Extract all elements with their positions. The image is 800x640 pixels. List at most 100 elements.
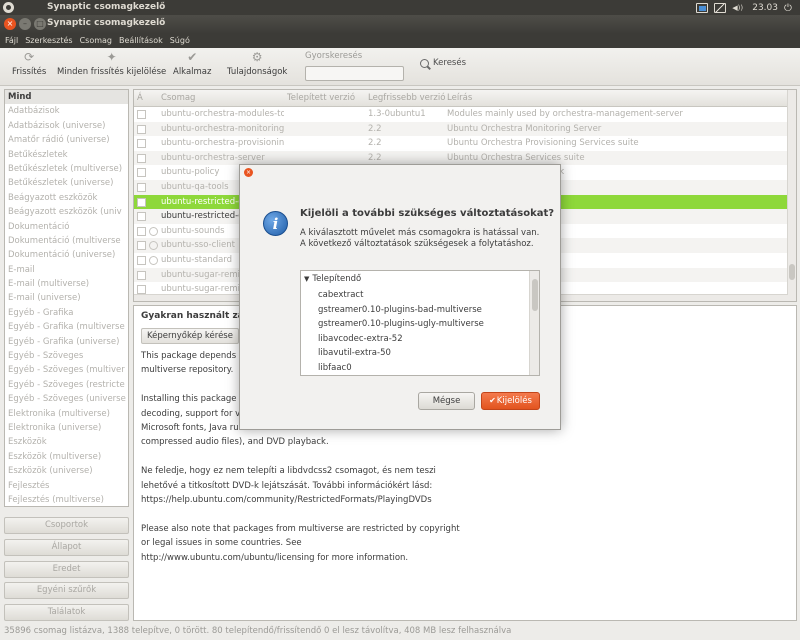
status-bar: 35896 csomag listázva, 1388 telepítve, 0… bbox=[4, 626, 512, 636]
sidebar-category-item[interactable]: Eszközök bbox=[5, 435, 128, 449]
menu-file[interactable]: Fájl bbox=[5, 34, 18, 48]
sidebar-category-item[interactable]: Dokumentáció (multiverse bbox=[5, 234, 128, 248]
menu-help[interactable]: Súgó bbox=[170, 34, 190, 48]
sidebar-category-item[interactable]: Elektronika (universe) bbox=[5, 421, 128, 435]
tree-group-to-install[interactable]: ▼ Telepítendő bbox=[304, 274, 361, 284]
sidebar-category-item[interactable]: Betűkészletek (multiverse) bbox=[5, 162, 128, 176]
sidebar-category-item[interactable]: E-mail (universe) bbox=[5, 291, 128, 305]
package-checkbox[interactable] bbox=[137, 153, 146, 163]
network-icon[interactable] bbox=[696, 2, 709, 13]
sidebar-category-item[interactable]: Beágyazott eszközök (univ bbox=[5, 205, 128, 219]
sidebar-category-item[interactable]: Egyéb - Grafika (universe) bbox=[5, 335, 128, 349]
package-checkbox[interactable] bbox=[137, 168, 146, 178]
package-checkbox[interactable] bbox=[137, 197, 146, 207]
sidebar-category-item[interactable]: Egyéb - Szöveges (multiver bbox=[5, 363, 128, 377]
volume-icon[interactable] bbox=[732, 3, 746, 13]
dialog-heading: Kijelöli a további szükséges változtatás… bbox=[300, 208, 555, 219]
close-window-icon[interactable]: × bbox=[4, 18, 16, 30]
sidebar-category-item[interactable]: Egyéb - Szöveges (universe bbox=[5, 392, 128, 406]
search-results-button[interactable]: Találatok bbox=[4, 604, 129, 622]
sidebar-category-item[interactable]: Elektronika (multiverse) bbox=[5, 407, 128, 421]
package-checkbox[interactable] bbox=[137, 285, 146, 295]
tree-package-item[interactable]: gstreamer0.10-plugins-bad-multiverse bbox=[318, 303, 484, 318]
category-list[interactable]: Mind Adatbázisok Adatbázisok (universe) Ama… bbox=[4, 89, 129, 507]
tree-package-item[interactable]: libavutil-extra-50 bbox=[318, 346, 484, 361]
package-checkbox[interactable] bbox=[137, 241, 146, 251]
ubuntu-logo-icon[interactable] bbox=[3, 2, 14, 13]
minimize-window-icon[interactable]: – bbox=[19, 18, 31, 30]
package-checkbox[interactable] bbox=[137, 255, 146, 265]
package-list-scrollbar[interactable] bbox=[787, 90, 796, 301]
sidebar-category-item[interactable]: Egyéb - Szöveges (restricte bbox=[5, 378, 128, 392]
menu-package[interactable]: Csomag bbox=[80, 34, 112, 48]
changes-tree-scrollbar[interactable] bbox=[529, 271, 539, 375]
package-checkbox[interactable] bbox=[137, 110, 146, 119]
mark-all-upgrades-button[interactable]: ✦ Minden frissítés kijelölése bbox=[57, 50, 166, 77]
package-checkbox[interactable] bbox=[137, 124, 146, 134]
menu-edit[interactable]: Szerkesztés bbox=[25, 34, 72, 48]
package-checkbox[interactable] bbox=[137, 212, 146, 222]
sidebar-category-item[interactable]: Adatbázisok (universe) bbox=[5, 119, 128, 133]
tree-package-item[interactable]: cabextract bbox=[318, 288, 484, 303]
sidebar-category-item[interactable]: E-mail bbox=[5, 263, 128, 277]
mark-button[interactable]: ✔Kijelölés bbox=[481, 392, 540, 410]
tree-scrollbar-thumb[interactable] bbox=[532, 279, 538, 311]
groups-button[interactable]: Csoportok bbox=[4, 517, 129, 534]
status-button[interactable]: Állapot bbox=[4, 538, 129, 556]
sidebar-category-item[interactable]: Betűkészletek (universe) bbox=[5, 176, 128, 190]
dialog-close-icon[interactable]: × bbox=[244, 168, 253, 177]
reload-button[interactable]: ⟳ Frissítés bbox=[12, 50, 46, 77]
sidebar-category-item[interactable]: Fejlesztés bbox=[5, 479, 128, 493]
get-screenshot-button[interactable]: Képernyőkép kérése bbox=[141, 328, 239, 344]
package-checkbox[interactable] bbox=[137, 270, 146, 280]
column-description[interactable]: Leírás bbox=[447, 93, 472, 103]
sidebar-category-item[interactable]: Betűkészletek bbox=[5, 148, 128, 162]
column-package[interactable]: Csomag bbox=[161, 93, 195, 103]
system-tray: 23.03 bbox=[696, 1, 794, 14]
search-button[interactable]: Keresés bbox=[420, 58, 466, 68]
package-checkbox[interactable] bbox=[137, 182, 146, 192]
tree-package-item[interactable]: libavcodec-extra-52 bbox=[318, 332, 484, 347]
sidebar-category-item[interactable]: Egyéb - Grafika (multiverse bbox=[5, 320, 128, 334]
sidebar-category-item[interactable]: Dokumentáció (universe) bbox=[5, 248, 128, 262]
apply-button[interactable]: ✔ Alkalmaz bbox=[173, 50, 211, 77]
window-titlebar[interactable]: × – □ Synaptic csomagkezelő bbox=[0, 15, 800, 34]
package-checkbox[interactable] bbox=[137, 226, 146, 236]
package-row[interactable]: ubuntu-orchestra-modules-to 1.3-0ubuntu1 M… bbox=[134, 107, 788, 122]
sidebar-category-item[interactable]: Mind bbox=[5, 90, 128, 105]
sidebar-category-item[interactable]: Dokumentáció bbox=[5, 220, 128, 234]
quicksearch-input[interactable] bbox=[305, 66, 404, 81]
package-row[interactable]: ubuntu-orchestra-monitoring 2.2 Ubuntu Orc… bbox=[134, 121, 788, 137]
expander-arrow-icon[interactable]: ▼ bbox=[304, 275, 309, 283]
sidebar-category-item[interactable]: Eszközök (universe) bbox=[5, 464, 128, 478]
cancel-button[interactable]: Mégse bbox=[418, 392, 475, 410]
changes-tree[interactable]: ▼ Telepítendő cabextract gstreamer0.10-plu… bbox=[300, 270, 540, 376]
sidebar-category-item[interactable]: Adatbázisok bbox=[5, 104, 128, 118]
column-latest-version[interactable]: Legfrissebb verzió bbox=[368, 93, 445, 103]
maximize-window-icon[interactable]: □ bbox=[34, 18, 46, 30]
tree-package-item[interactable]: gstreamer0.10-plugins-ugly-multiverse bbox=[318, 317, 484, 332]
sidebar-category-item[interactable]: Eszközök (multiverse) bbox=[5, 450, 128, 464]
dialog-message: A kiválasztott művelet más csomagokra is… bbox=[300, 228, 540, 249]
menu-settings[interactable]: Beállítások bbox=[119, 34, 163, 48]
sidebar-category-item[interactable]: Amatőr rádió (universe) bbox=[5, 133, 128, 147]
custom-filters-button[interactable]: Egyéni szűrők bbox=[4, 582, 129, 600]
sidebar-category-item[interactable]: E-mail (multiverse) bbox=[5, 277, 128, 291]
scrollbar-thumb[interactable] bbox=[789, 264, 795, 280]
sidebar-category-item[interactable]: Egyéb - Szöveges bbox=[5, 349, 128, 363]
sidebar-category-item[interactable]: Egyéb - Grafika bbox=[5, 306, 128, 320]
top-panel: Synaptic csomagkezelő 23.03 bbox=[0, 0, 800, 15]
origin-button[interactable]: Eredet bbox=[4, 560, 129, 578]
power-icon[interactable] bbox=[784, 3, 794, 13]
clock[interactable]: 23.03 bbox=[752, 3, 778, 13]
tree-package-item[interactable]: libfaac0 bbox=[318, 361, 484, 375]
sidebar-category-item[interactable]: Fejlesztés (multiverse) bbox=[5, 493, 128, 506]
column-installed-version[interactable]: Telepített verzió bbox=[287, 93, 355, 103]
mail-icon[interactable] bbox=[714, 2, 727, 13]
confirm-changes-dialog: × i Kijelöli a további szükséges változt… bbox=[239, 164, 561, 430]
package-row[interactable]: ubuntu-orchestra-provisionin 2.2 Ubuntu Or… bbox=[134, 136, 788, 151]
package-checkbox[interactable] bbox=[137, 139, 146, 149]
properties-button[interactable]: ⚙ Tulajdonságok bbox=[227, 50, 287, 77]
column-status[interactable]: Á bbox=[137, 93, 143, 103]
sidebar-category-item[interactable]: Beágyazott eszközök bbox=[5, 191, 128, 205]
